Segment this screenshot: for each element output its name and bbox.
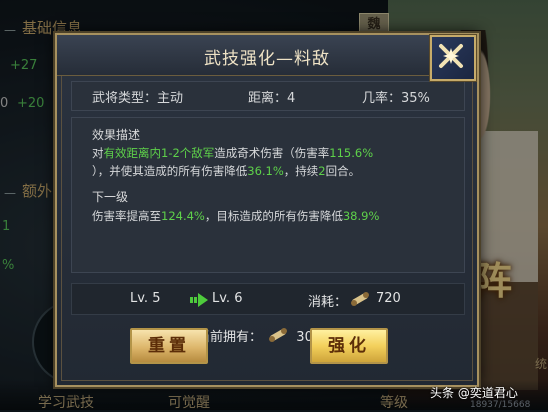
skill-rate: 几率：35%: [362, 91, 430, 106]
cost-label: 消耗：: [308, 295, 348, 310]
level-from: Lv. 5: [130, 291, 161, 306]
next-level-title: 下一级: [92, 190, 129, 204]
close-button[interactable]: [430, 35, 476, 81]
skill-description-panel: 效果描述 对有效距离内1-2个敌军造成奇术伤害（伤害率115.6% ），并使其造…: [71, 117, 465, 273]
scroll-material-icon: [268, 326, 288, 348]
dialog-title: 武技强化—料敌: [204, 49, 330, 69]
effect-title: 效果描述: [92, 128, 141, 142]
skill-stats-panel: 武将类型：主动 距离：4 几率：35%: [71, 81, 465, 111]
effect-line-2: ），并使其造成的所有伤害降低36.1%，持续2回合。: [92, 164, 361, 178]
reset-button[interactable]: 重置: [130, 328, 208, 364]
skill-enhance-dialog: 武技强化—料敌 武将类型：主动 距离：4 几率：35% 效果描述 对有效距离内1…: [55, 33, 479, 387]
dialog-title-bar: 武技强化—料敌: [57, 35, 477, 76]
enhance-button[interactable]: 强化: [310, 328, 388, 364]
arrow-right-icon: [190, 292, 208, 311]
scroll-material-icon: [350, 290, 370, 312]
skill-type: 武将类型：主动: [92, 91, 184, 106]
level-cost-row: Lv. 5 Lv. 6 消耗： 720: [71, 283, 465, 315]
next-level-line: 伤害率提高至124.4%，目标造成的所有伤害降低38.9%: [92, 209, 380, 223]
watermark: 头条 @奕道君心: [430, 386, 518, 400]
close-icon: [439, 44, 463, 68]
cost-value: 720: [376, 291, 401, 306]
effect-line-1: 对有效距离内1-2个敌军造成奇术伤害（伤害率115.6%: [92, 146, 374, 160]
level-to: Lv. 6: [212, 291, 243, 306]
owned-row: 当前拥有： 306: [197, 323, 321, 345]
skill-distance: 距离：4: [248, 91, 296, 106]
